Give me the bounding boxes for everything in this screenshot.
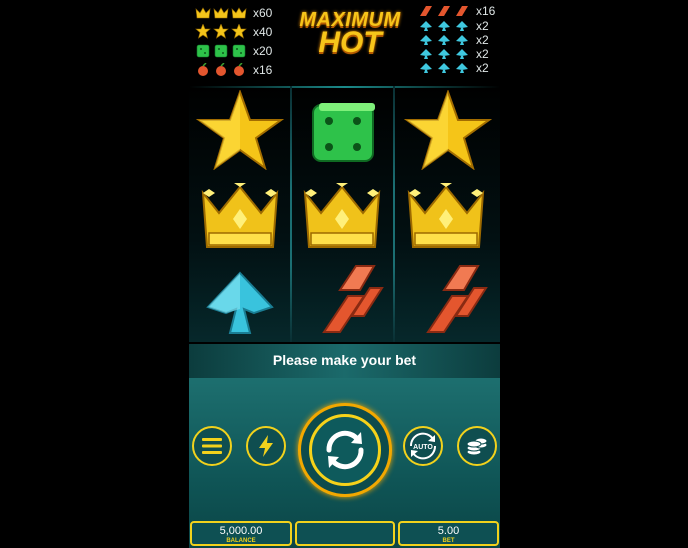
- cherry-icon: [420, 6, 468, 16]
- dice-icon: [196, 44, 246, 57]
- paytable-right: x16 x2 x2 x2 x2: [418, 3, 495, 75]
- cherry-icon: [322, 265, 384, 333]
- spade-icon: [206, 271, 274, 334]
- bet-label: BET: [442, 538, 455, 544]
- reel-symbol-cherry: [403, 260, 493, 340]
- paytable-row: x16: [418, 3, 495, 19]
- paytable-row: x20: [195, 41, 272, 60]
- star-icon: [404, 90, 492, 170]
- turbo-button[interactable]: [246, 426, 286, 466]
- reel-top-line: [189, 86, 500, 88]
- game-logo: MAXIMUM HOT: [289, 10, 411, 58]
- cherry-icon: [426, 265, 488, 333]
- reel-symbol-crown: [297, 178, 387, 258]
- paytable-row: x60: [195, 3, 272, 22]
- crown-icon: [195, 6, 247, 18]
- multiplier-label: x40: [253, 24, 273, 39]
- multiplier-label: x60: [253, 5, 273, 20]
- paytable-left: x60 x40 x20 x16: [195, 3, 272, 79]
- logo-line2: HOT: [318, 26, 382, 59]
- multiplier-label: x2: [476, 47, 489, 61]
- spin-icon: [326, 430, 364, 470]
- paytable-row: x2: [418, 19, 495, 33]
- dice-icon: [312, 103, 375, 162]
- crown-icon: [201, 183, 279, 248]
- autoplay-button[interactable]: AUTO: [403, 426, 443, 466]
- reel-symbol-spade: [195, 264, 285, 344]
- star-icon: [196, 90, 284, 170]
- cherry-icon: [198, 62, 244, 76]
- paytable-row: x2: [418, 61, 495, 75]
- bet-field[interactable]: 5.00 BET: [398, 521, 499, 546]
- reel-separator: [290, 86, 292, 342]
- spade-icon: [420, 34, 468, 45]
- menu-button[interactable]: [192, 426, 232, 466]
- reel-symbol-cherry: [299, 260, 389, 340]
- paytable-row: x2: [418, 33, 495, 47]
- slot-game: x60 x40 x20 x16 MAXIMUM HOT x16 x2 x2 x2…: [189, 0, 500, 548]
- balance-field: 5,000.00 BALANCE: [190, 521, 292, 546]
- paytable-row: x40: [195, 22, 272, 41]
- reel-separator: [393, 86, 395, 342]
- win-field: [295, 521, 395, 546]
- lightning-icon: [259, 435, 273, 457]
- coins-icon: [466, 437, 488, 456]
- crown-icon: [303, 183, 381, 248]
- multiplier-label: x2: [476, 19, 489, 33]
- reel-symbol-crown: [195, 178, 285, 258]
- menu-icon: [202, 438, 222, 454]
- spade-icon: [420, 20, 468, 31]
- paytable-row: x2: [418, 47, 495, 61]
- multiplier-label: x16: [476, 4, 496, 18]
- multiplier-label: x16: [253, 62, 273, 77]
- spin-button[interactable]: [298, 403, 392, 497]
- bet-value: 5.00: [437, 525, 460, 537]
- status-message: Please make your bet: [272, 352, 417, 368]
- reel-area: [189, 86, 500, 342]
- reel-symbol-dice: [299, 92, 389, 172]
- balance-label: BALANCE: [226, 538, 256, 544]
- spade-icon: [420, 48, 468, 59]
- paytable-row: x16: [195, 60, 272, 79]
- multiplier-label: x2: [476, 33, 489, 47]
- reel-symbol-star: [403, 90, 493, 170]
- autoplay-label: AUTO: [413, 444, 433, 451]
- autoplay-icon: AUTO: [409, 432, 437, 460]
- stake-button[interactable]: [457, 426, 497, 466]
- balance-value: 5,000.00: [219, 525, 263, 537]
- multiplier-label: x2: [476, 61, 489, 75]
- crown-icon: [407, 183, 485, 248]
- star-icon: [195, 24, 247, 39]
- spade-icon: [420, 62, 468, 73]
- reel-symbol-crown: [401, 178, 491, 258]
- multiplier-label: x20: [253, 43, 273, 58]
- reel-symbol-star: [195, 90, 285, 170]
- spin-button-inner: [309, 414, 381, 486]
